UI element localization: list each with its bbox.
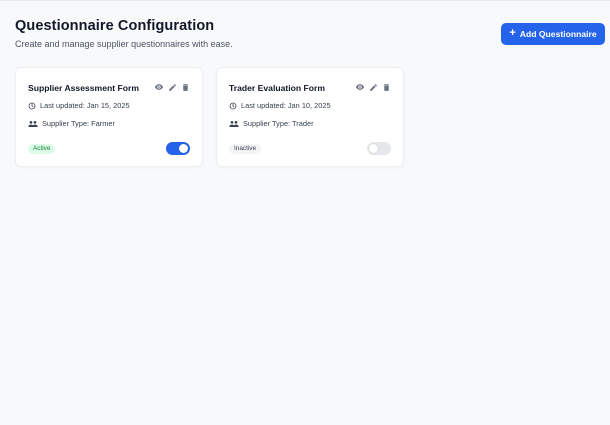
users-icon [229,120,239,127]
card-title: Supplier Assessment Form [28,83,139,93]
status-badge: Inactive [229,144,262,155]
trash-icon[interactable] [381,82,391,92]
trash-icon[interactable] [180,82,190,92]
last-updated: Last updated: Jan 10, 2025 [229,101,331,110]
page-title: Questionnaire Configuration [15,18,215,34]
supplier-type-text: Supplier Type: Farmer [42,119,115,128]
toggle-knob [369,144,378,153]
add-questionnaire-button[interactable]: + Add Questionnaire [501,23,605,45]
pencil-icon[interactable] [167,82,177,92]
clock-icon [28,102,36,109]
supplier-type-text: Supplier Type: Trader [243,119,314,128]
questionnaire-card: Supplier Assessment Form Last updated: J… [15,67,203,167]
card-actions [355,82,391,92]
add-questionnaire-label: Add Questionnaire [519,29,597,39]
top-divider [0,0,610,1]
users-icon [28,120,38,127]
status-badge: Active [28,144,56,155]
clock-icon [229,102,237,109]
eye-icon[interactable] [154,82,164,92]
plus-icon: + [509,27,516,39]
last-updated-text: Last updated: Jan 10, 2025 [241,101,331,110]
card-title: Trader Evaluation Form [229,83,325,93]
status-toggle[interactable] [166,142,190,155]
eye-icon[interactable] [355,82,365,92]
pencil-icon[interactable] [368,82,378,92]
last-updated: Last updated: Jan 15, 2025 [28,101,130,110]
page-subtitle: Create and manage supplier questionnaire… [15,39,233,49]
status-toggle[interactable] [367,142,391,155]
toggle-knob [179,144,188,153]
supplier-type: Supplier Type: Farmer [28,119,115,128]
supplier-type: Supplier Type: Trader [229,119,314,128]
last-updated-text: Last updated: Jan 15, 2025 [40,101,130,110]
card-actions [154,82,190,92]
questionnaire-card: Trader Evaluation Form Last updated: Jan… [216,67,404,167]
